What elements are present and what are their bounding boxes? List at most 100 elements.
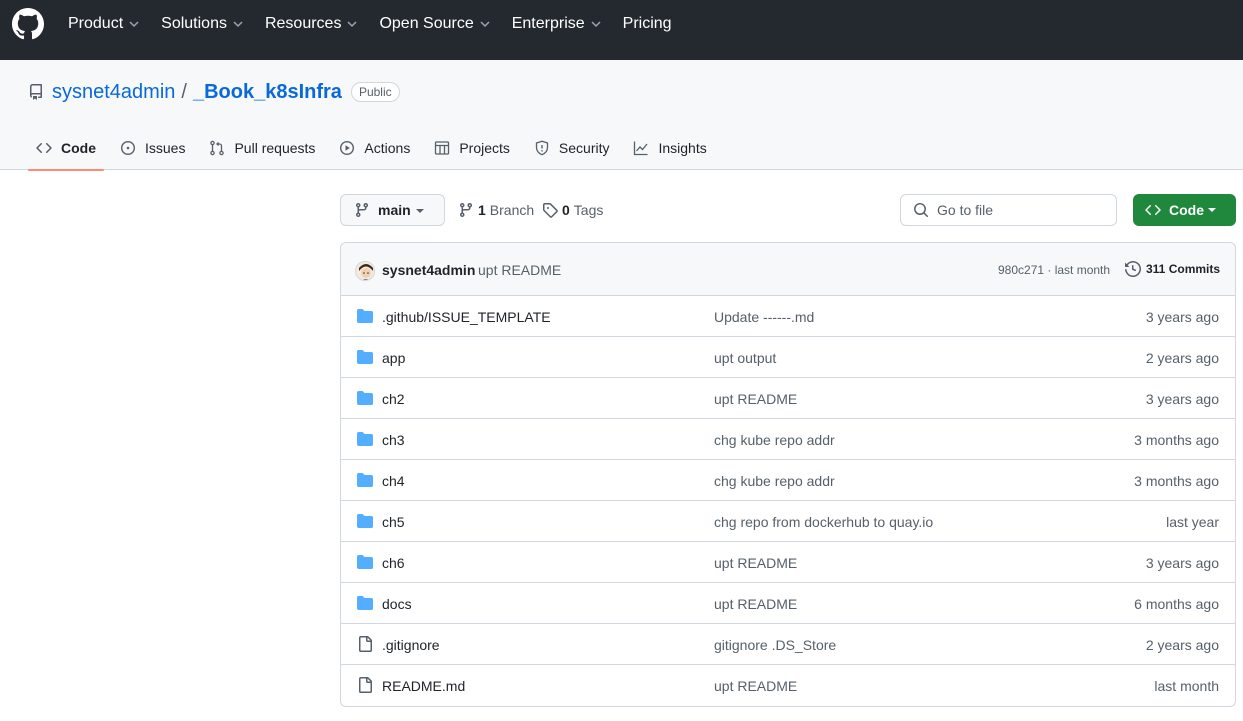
tab-projects[interactable]: Projects: [426, 126, 518, 170]
chevron-down-icon: [129, 21, 139, 28]
file-name-link[interactable]: app: [382, 350, 405, 366]
repo-separator: /: [181, 80, 187, 103]
file-commit-time: 3 years ago: [1145, 391, 1219, 407]
file-commit-time: 2 years ago: [1145, 350, 1219, 366]
graph-icon: [634, 141, 648, 156]
play-icon: [340, 140, 355, 156]
chevron-down-icon: [591, 21, 601, 28]
folder-icon: [357, 555, 373, 569]
branch-count: 1: [478, 202, 486, 218]
top-navigation: Product Solutions Resources Open Source Ente…: [0, 0, 1243, 60]
file-commit-message-link[interactable]: gitignore .DS_Store: [714, 637, 836, 653]
go-to-file-input[interactable]: Go to file: [900, 194, 1117, 226]
nav-item-resources[interactable]: Resources: [265, 15, 357, 33]
code-icon: [36, 142, 52, 154]
commit-message-link[interactable]: upt README: [478, 262, 561, 278]
tab-insights[interactable]: Insights: [625, 126, 714, 170]
nav-item-solutions[interactable]: Solutions: [161, 15, 243, 33]
github-logo-icon[interactable]: [12, 8, 44, 40]
table-row: docs upt README 6 months ago: [341, 583, 1235, 624]
commit-sha-time[interactable]: 980c271 · last month: [998, 263, 1110, 277]
file-commit-message-link[interactable]: upt output: [714, 350, 776, 366]
repo-icon: [29, 84, 42, 100]
file-commit-message-link[interactable]: upt README: [714, 555, 797, 571]
pull-request-icon: [210, 140, 225, 156]
file-commit-time: last year: [1166, 514, 1219, 530]
avatar[interactable]: [355, 261, 375, 281]
tab-label: Actions: [364, 140, 411, 156]
nav-item-label: Resources: [264, 15, 342, 32]
triangle-down-icon: [1208, 208, 1216, 212]
tab-pull-requests[interactable]: Pull requests: [201, 126, 323, 170]
branch-icon: [355, 203, 368, 218]
chevron-down-icon: [233, 21, 243, 28]
tags-link[interactable]: 0 Tags: [542, 194, 603, 226]
file-commit-message-link[interactable]: chg repo from dockerhub to quay.io: [714, 514, 933, 530]
nav-item-enterprise[interactable]: Enterprise: [512, 15, 601, 33]
issue-icon: [120, 140, 136, 156]
repo-header: sysnet4admin / _Book_k8sInfra Public Cod…: [0, 60, 1243, 171]
branch-name: main: [378, 202, 411, 218]
file-commit-message-link[interactable]: chg kube repo addr: [714, 473, 835, 489]
file-name-link[interactable]: README.md: [382, 678, 465, 694]
commits-link[interactable]: 311 Commits: [1125, 261, 1220, 277]
shield-icon: [535, 140, 549, 156]
file-name-link[interactable]: docs: [382, 596, 412, 612]
repo-name-link[interactable]: _Book_k8sInfra: [193, 81, 342, 104]
file-icon: [359, 636, 372, 652]
tab-label: Code: [61, 140, 96, 156]
file-commit-time: last month: [1154, 678, 1219, 694]
branch-icon: [459, 203, 472, 218]
search-icon: [914, 203, 929, 218]
tab-security[interactable]: Security: [526, 126, 618, 170]
file-name-link[interactable]: ch5: [382, 514, 405, 530]
table-row: ch5 chg repo from dockerhub to quay.io las…: [341, 501, 1235, 542]
file-table: sysnet4admin upt README 980c271 · last m…: [340, 242, 1236, 707]
table-row: app upt output 2 years ago: [341, 337, 1235, 378]
file-commit-time: 3 years ago: [1145, 309, 1219, 325]
file-commit-message-link[interactable]: upt README: [714, 391, 797, 407]
file-name-link[interactable]: ch6: [382, 555, 405, 571]
file-name-link[interactable]: ch4: [382, 473, 405, 489]
table-icon: [435, 141, 450, 155]
tag-icon: [543, 203, 558, 218]
tag-label: Tags: [573, 202, 604, 218]
branches-link[interactable]: 1 Branch: [458, 194, 534, 226]
table-row: ch3 chg kube repo addr 3 months ago: [341, 419, 1235, 460]
history-icon: [1125, 261, 1141, 277]
tab-actions[interactable]: Actions: [331, 126, 418, 170]
nav-item-pricing[interactable]: Pricing: [623, 15, 672, 33]
folder-icon: [357, 432, 373, 446]
tab-label: Pull requests: [234, 140, 316, 156]
code-button[interactable]: Code: [1133, 194, 1236, 226]
nav-item-label: Open Source: [379, 15, 474, 32]
file-icon: [359, 677, 372, 693]
code-icon: [1145, 204, 1161, 216]
chevron-down-icon: [480, 21, 490, 28]
nav-item-label: Pricing: [622, 15, 672, 32]
file-name-link[interactable]: .gitignore: [382, 637, 440, 653]
table-row: .gitignore gitignore .DS_Store 2 years ago: [341, 624, 1235, 665]
table-row: .github/ISSUE_TEMPLATE Update ------.md 3 …: [341, 296, 1235, 337]
file-commit-message-link[interactable]: upt README: [714, 596, 797, 612]
file-commit-time: 3 years ago: [1145, 555, 1219, 571]
nav-item-product[interactable]: Product: [68, 15, 139, 33]
file-commit-message-link[interactable]: Update ------.md: [714, 309, 814, 325]
branch-select-button[interactable]: main: [340, 194, 445, 226]
folder-icon: [357, 391, 373, 405]
tab-issues[interactable]: Issues: [112, 126, 193, 170]
nav-item-open-source[interactable]: Open Source: [379, 15, 490, 33]
file-commit-message-link[interactable]: upt README: [714, 678, 797, 694]
repo-title: sysnet4admin / _Book_k8sInfra Public: [28, 80, 400, 104]
commit-author-link[interactable]: sysnet4admin: [382, 262, 475, 278]
table-row: README.md upt README last month: [341, 665, 1235, 706]
go-to-file-placeholder: Go to file: [937, 202, 994, 218]
table-row: ch6 upt README 3 years ago: [341, 542, 1235, 583]
file-commit-message-link[interactable]: chg kube repo addr: [714, 432, 835, 448]
triangle-down-icon: [416, 209, 424, 213]
repo-owner-link[interactable]: sysnet4admin: [52, 81, 175, 104]
tab-code[interactable]: Code: [28, 126, 104, 171]
file-name-link[interactable]: ch3: [382, 432, 405, 448]
file-name-link[interactable]: .github/ISSUE_TEMPLATE: [382, 309, 551, 325]
file-name-link[interactable]: ch2: [382, 391, 405, 407]
